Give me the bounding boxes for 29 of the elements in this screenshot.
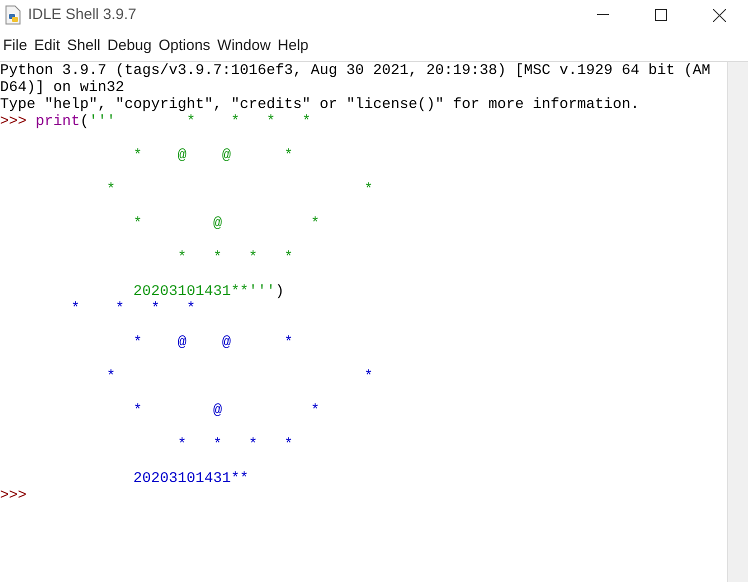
menu-item[interactable]: File — [0, 34, 30, 56]
menu-item[interactable]: Edit — [31, 34, 64, 56]
window-title: IDLE Shell 3.9.7 — [28, 4, 136, 25]
shell-line: * * — [106, 182, 373, 198]
menu-item[interactable]: Debug — [104, 34, 155, 56]
shell-line: >>> — [0, 488, 27, 504]
python-file-icon — [4, 5, 22, 25]
shell-line: Python 3.9.7 (tags/v3.9.7:1016ef3, Aug 30 2021, 20:19:38) [MSC v.1929 64 bit (AM — [0, 63, 710, 79]
menu-item[interactable]: Options — [156, 34, 214, 56]
scrollbar[interactable] — [727, 62, 748, 582]
shell-line: 20203101431**''') — [132, 284, 284, 300]
shell-line: >>> print(''' * * * * — [0, 114, 311, 130]
shell-line: * @ @ * — [132, 335, 294, 351]
shell-line: * * * * — [70, 301, 196, 317]
shell-line: Type "help", "copyright", "credits" or "license()" for more information. — [0, 97, 640, 113]
shell-line: * * * * — [176, 437, 294, 453]
minimize-icon — [597, 14, 609, 16]
maximize-icon — [655, 9, 667, 21]
menu-item[interactable]: Help — [274, 34, 312, 56]
shell-line: * @ * — [132, 216, 320, 232]
shell-line: 20203101431** — [132, 471, 249, 487]
shell-line: * * — [106, 369, 373, 385]
shell-line: * * * * — [176, 250, 294, 266]
shell-line: * @ @ * — [132, 148, 294, 164]
shell-line: D64)] on win32 — [0, 80, 124, 96]
menu-item[interactable]: Window — [214, 34, 274, 56]
menu-item[interactable]: Shell — [64, 34, 104, 56]
close-icon — [712, 8, 726, 22]
shell-line: * @ * — [132, 403, 320, 419]
